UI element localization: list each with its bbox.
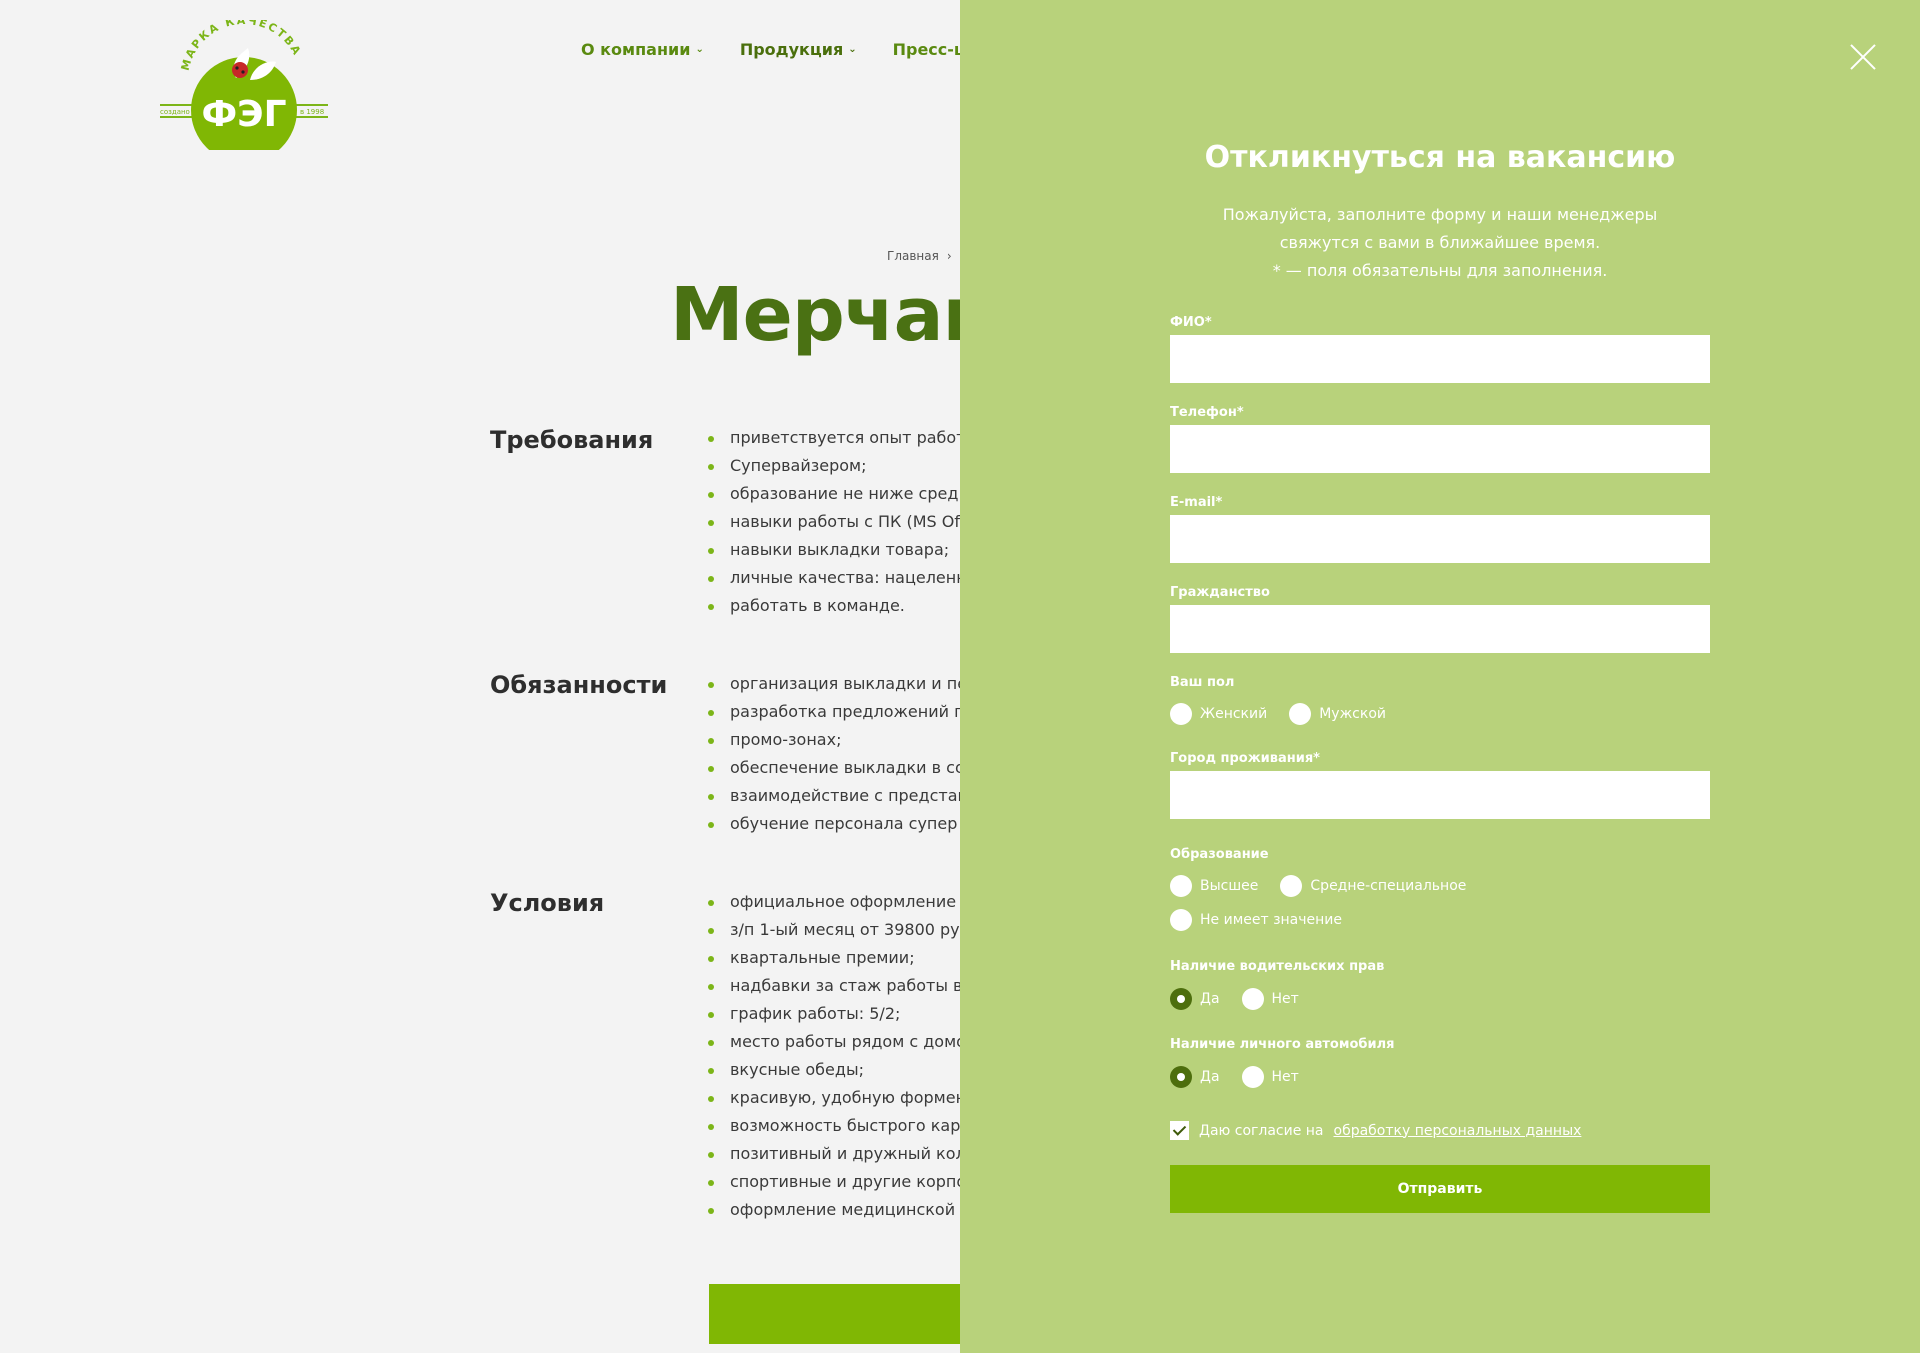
consent-row: Даю согласие на обработку персональных д… <box>1170 1121 1581 1140</box>
radio-circle <box>1289 703 1312 725</box>
phone-label: Телефон* <box>1170 405 1244 420</box>
form-desc-line: Пожалуйста, заполните форму и наши менед… <box>1222 205 1658 224</box>
city-label: Город проживания* <box>1170 751 1320 766</box>
nav-item-label: О компании <box>581 40 691 59</box>
citizenship-label: Гражданство <box>1170 585 1270 600</box>
citizenship-field[interactable] <box>1170 605 1710 653</box>
form-desc-line: * — поля обязательны для заполнения. <box>1272 261 1608 280</box>
radio-circle <box>1170 909 1192 931</box>
fio-field[interactable] <box>1170 335 1710 383</box>
radio-circle <box>1241 988 1264 1010</box>
nav-item-label: Продукция <box>739 40 844 59</box>
consent-text: Даю согласие на <box>1199 1122 1324 1139</box>
education-higher-radio[interactable]: Высшее <box>1170 875 1258 897</box>
phone-field[interactable] <box>1170 425 1710 473</box>
radio-circle-checked <box>1170 1066 1192 1088</box>
main-nav: О компании ⌄ Продукция ⌄ Пресс-ц <box>581 40 966 59</box>
education-radio-group: Высшее Средне-специальное <box>1170 875 1466 897</box>
form-desc-line: свяжутся с вами в ближайшее время. <box>1279 233 1601 252</box>
nav-item-label: Пресс-ц <box>892 40 966 59</box>
education-any-radio[interactable]: Не имеет значение <box>1170 909 1342 931</box>
fio-label: ФИО* <box>1170 315 1212 330</box>
radio-label: Нет <box>1271 991 1299 1007</box>
radio-circle <box>1170 703 1192 725</box>
nav-item-products[interactable]: Продукция ⌄ <box>740 40 857 59</box>
submit-button[interactable]: Отправить <box>1170 1165 1710 1213</box>
consent-link[interactable]: обработку персональных данных <box>1334 1123 1582 1139</box>
radio-circle <box>1170 875 1192 897</box>
form-title: Откликнуться на вакансию <box>1204 140 1676 175</box>
car-yes-radio[interactable]: Да <box>1170 1066 1220 1088</box>
logo-left-text: создано <box>160 108 190 116</box>
nav-item-company[interactable]: О компании ⌄ <box>581 40 704 59</box>
car-radio-group: Да Нет <box>1170 1066 1299 1088</box>
radio-circle <box>1241 1066 1264 1088</box>
gender-male-radio[interactable]: Мужской <box>1289 703 1386 725</box>
car-no-radio[interactable]: Нет <box>1241 1066 1299 1088</box>
radio-label: Нет <box>1271 1069 1299 1085</box>
ladybug-icon <box>232 62 248 78</box>
city-field[interactable] <box>1170 771 1710 819</box>
email-label: E-mail* <box>1170 495 1223 510</box>
license-yes-radio[interactable]: Да <box>1170 988 1220 1010</box>
radio-label: Высшее <box>1200 878 1259 894</box>
gender-radio-group: Женский Мужской <box>1170 703 1386 725</box>
radio-label: Не имеет значение <box>1200 912 1343 928</box>
breadcrumb: Главная › <box>887 249 952 263</box>
education-secondary-radio[interactable]: Средне-специальное <box>1280 875 1466 897</box>
form-description: Пожалуйста, заполните форму и наши менед… <box>960 201 1920 285</box>
nav-item-press[interactable]: Пресс-ц <box>893 40 966 59</box>
radio-label: Средне-специальное <box>1310 878 1467 894</box>
section-title-conditions: Условия <box>490 889 605 917</box>
email-field[interactable] <box>1170 515 1710 563</box>
company-logo[interactable]: МАРКА КАЧЕСТВА создано в 1998 ФЭГ <box>158 20 330 150</box>
license-radio-group: Да Нет <box>1170 988 1299 1010</box>
consent-checkbox[interactable] <box>1170 1121 1189 1140</box>
radio-label: Да <box>1200 1069 1220 1085</box>
radio-label: Женский <box>1200 706 1268 722</box>
chevron-down-icon: ⌄ <box>695 44 704 55</box>
education-radio-group-row2: Не имеет значение <box>1170 909 1342 931</box>
education-label: Образование <box>1170 847 1269 862</box>
close-icon[interactable] <box>1850 44 1876 70</box>
radio-circle-checked <box>1170 988 1192 1010</box>
logo-main-text: ФЭГ <box>201 94 286 135</box>
logo-right-text: в 1998 <box>300 108 324 116</box>
license-label: Наличие водительских прав <box>1170 959 1385 974</box>
chevron-down-icon: ⌄ <box>848 44 857 55</box>
section-title-duties: Обязанности <box>490 671 668 699</box>
gender-label: Ваш пол <box>1170 675 1235 690</box>
radio-label: Да <box>1200 991 1220 1007</box>
chevron-right-icon: › <box>946 249 952 263</box>
car-label: Наличие личного автомобиля <box>1170 1037 1395 1052</box>
page-title: Мерчан <box>670 272 994 358</box>
gender-female-radio[interactable]: Женский <box>1170 703 1267 725</box>
license-no-radio[interactable]: Нет <box>1241 988 1299 1010</box>
breadcrumb-home[interactable]: Главная <box>887 249 939 263</box>
radio-circle <box>1280 875 1303 897</box>
radio-label: Мужской <box>1319 706 1386 722</box>
section-title-requirements: Требования <box>490 426 654 454</box>
